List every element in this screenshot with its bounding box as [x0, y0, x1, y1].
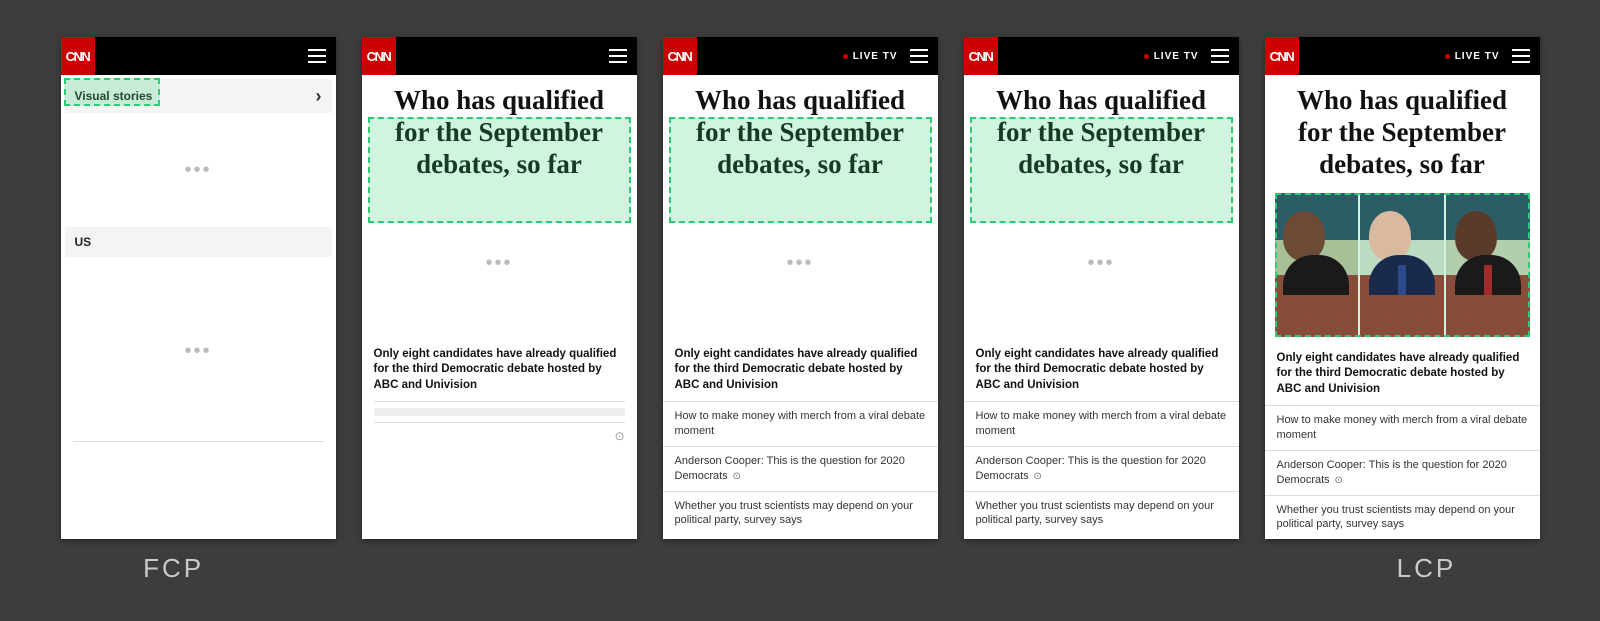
- topbar-right: [609, 49, 627, 63]
- chevron-right-icon: ›: [316, 87, 322, 105]
- topbar-right: LIVE TV: [1144, 49, 1229, 63]
- play-icon: ⊙: [614, 429, 624, 443]
- headline[interactable]: Who has qualified for the September deba…: [362, 75, 637, 189]
- story-link-scientists[interactable]: Whether you trust scientists may depend …: [663, 491, 938, 536]
- frame-3: CNN LIVE TV Who has qualified for the Se…: [663, 37, 938, 539]
- menu-icon[interactable]: [308, 49, 326, 63]
- live-tv-link[interactable]: LIVE TV: [1445, 51, 1500, 62]
- hero-placeholder: •••: [964, 189, 1239, 339]
- live-tv-label: LIVE TV: [853, 51, 898, 62]
- live-tv-label: LIVE TV: [1154, 51, 1199, 62]
- skeleton-line: [374, 408, 625, 416]
- headline[interactable]: Who has qualified for the September deba…: [964, 75, 1239, 189]
- sub-lead[interactable]: Only eight candidates have already quali…: [663, 339, 938, 402]
- frame-2: CNN Who has qualified for the September …: [362, 37, 637, 539]
- story-link-merch[interactable]: How to make money with merch from a vira…: [663, 401, 938, 446]
- frame-4: CNN LIVE TV Who has qualified for the Se…: [964, 37, 1239, 539]
- candidate-portrait-3: [1446, 193, 1530, 337]
- story-link-scientists[interactable]: Whether you trust scientists may depend …: [964, 491, 1239, 536]
- menu-icon[interactable]: [1211, 49, 1229, 63]
- story-link-cooper[interactable]: Anderson Cooper: This is the question fo…: [663, 446, 938, 491]
- story-link-merch[interactable]: How to make money with merch from a vira…: [964, 401, 1239, 446]
- content-area: Who has qualified for the September deba…: [663, 75, 938, 539]
- candidate-portrait-1: [1275, 193, 1359, 337]
- live-tv-label: LIVE TV: [1455, 51, 1500, 62]
- topbar: CNN: [362, 37, 637, 75]
- topbar: CNN LIVE TV: [1265, 37, 1540, 75]
- topbar: CNN LIVE TV: [964, 37, 1239, 75]
- live-tv-link[interactable]: LIVE TV: [843, 51, 898, 62]
- content-area: Who has qualified for the September deba…: [964, 75, 1239, 539]
- loading-dots-icon: •••: [786, 252, 813, 275]
- hero-image-wrap: [1275, 193, 1530, 337]
- cnn-logo[interactable]: CNN: [964, 37, 998, 75]
- frame-5-lcp: CNN LIVE TV Who has qualified for the Se…: [1265, 37, 1540, 539]
- divider: [374, 401, 625, 402]
- menu-icon[interactable]: [910, 49, 928, 63]
- fcp-label: FCP: [30, 553, 317, 584]
- hero-image[interactable]: [1275, 193, 1530, 337]
- section-visual-stories[interactable]: Visual stories ›: [65, 79, 332, 113]
- placeholder-loader: •••: [61, 261, 336, 441]
- hero-placeholder: •••: [663, 189, 938, 339]
- placeholder-loader: •••: [61, 117, 336, 223]
- content-area: Who has qualified for the September deba…: [1265, 75, 1540, 539]
- story-link-cooper[interactable]: Anderson Cooper: This is the question fo…: [1265, 450, 1540, 495]
- topbar-right: [308, 49, 326, 63]
- topbar: CNN: [61, 37, 336, 75]
- sub-lead[interactable]: Only eight candidates have already quali…: [1265, 343, 1540, 406]
- content-area: Visual stories › ••• US •••: [61, 75, 336, 539]
- section-us[interactable]: US: [65, 227, 332, 257]
- story-link-scientists[interactable]: Whether you trust scientists may depend …: [1265, 495, 1540, 540]
- cnn-logo[interactable]: CNN: [61, 37, 95, 75]
- cnn-logo[interactable]: CNN: [1265, 37, 1299, 75]
- candidate-portrait-2: [1360, 193, 1444, 337]
- live-dot-icon: [843, 54, 848, 59]
- cnn-logo[interactable]: CNN: [663, 37, 697, 75]
- loading-dots-icon: •••: [184, 159, 211, 182]
- topbar-right: LIVE TV: [1445, 49, 1530, 63]
- menu-icon[interactable]: [1512, 49, 1530, 63]
- live-dot-icon: [1445, 54, 1450, 59]
- sub-lead[interactable]: Only eight candidates have already quali…: [362, 339, 637, 402]
- sub-lead[interactable]: Only eight candidates have already quali…: [964, 339, 1239, 402]
- headline[interactable]: Who has qualified for the September deba…: [663, 75, 938, 189]
- play-icon: ⊙: [730, 471, 741, 482]
- loading-dots-icon: •••: [184, 340, 211, 363]
- topbar-right: LIVE TV: [843, 49, 928, 63]
- section-label: Visual stories: [75, 89, 153, 103]
- hero-placeholder: •••: [362, 189, 637, 339]
- loading-dots-icon: •••: [1087, 252, 1114, 275]
- story-link-merch[interactable]: How to make money with merch from a vira…: [1265, 405, 1540, 450]
- section-label: US: [75, 235, 92, 249]
- headline[interactable]: Who has qualified for the September deba…: [1265, 75, 1540, 189]
- play-icon: ⊙: [1332, 475, 1343, 486]
- content-area: Who has qualified for the September deba…: [362, 75, 637, 539]
- frame-1-fcp: CNN Visual stories › ••• US •••: [61, 37, 336, 539]
- live-tv-link[interactable]: LIVE TV: [1144, 51, 1199, 62]
- topbar: CNN LIVE TV: [663, 37, 938, 75]
- frames-row: CNN Visual stories › ••• US ••• CNN: [31, 37, 1570, 539]
- story-link-cooper[interactable]: Anderson Cooper: This is the question fo…: [964, 446, 1239, 491]
- cnn-logo[interactable]: CNN: [362, 37, 396, 75]
- divider: [73, 441, 324, 442]
- lcp-label: LCP: [1283, 553, 1570, 584]
- live-dot-icon: [1144, 54, 1149, 59]
- metric-labels-row: FCP LCP: [0, 539, 1600, 584]
- menu-icon[interactable]: [609, 49, 627, 63]
- loading-dots-icon: •••: [485, 252, 512, 275]
- play-icon: ⊙: [1031, 471, 1042, 482]
